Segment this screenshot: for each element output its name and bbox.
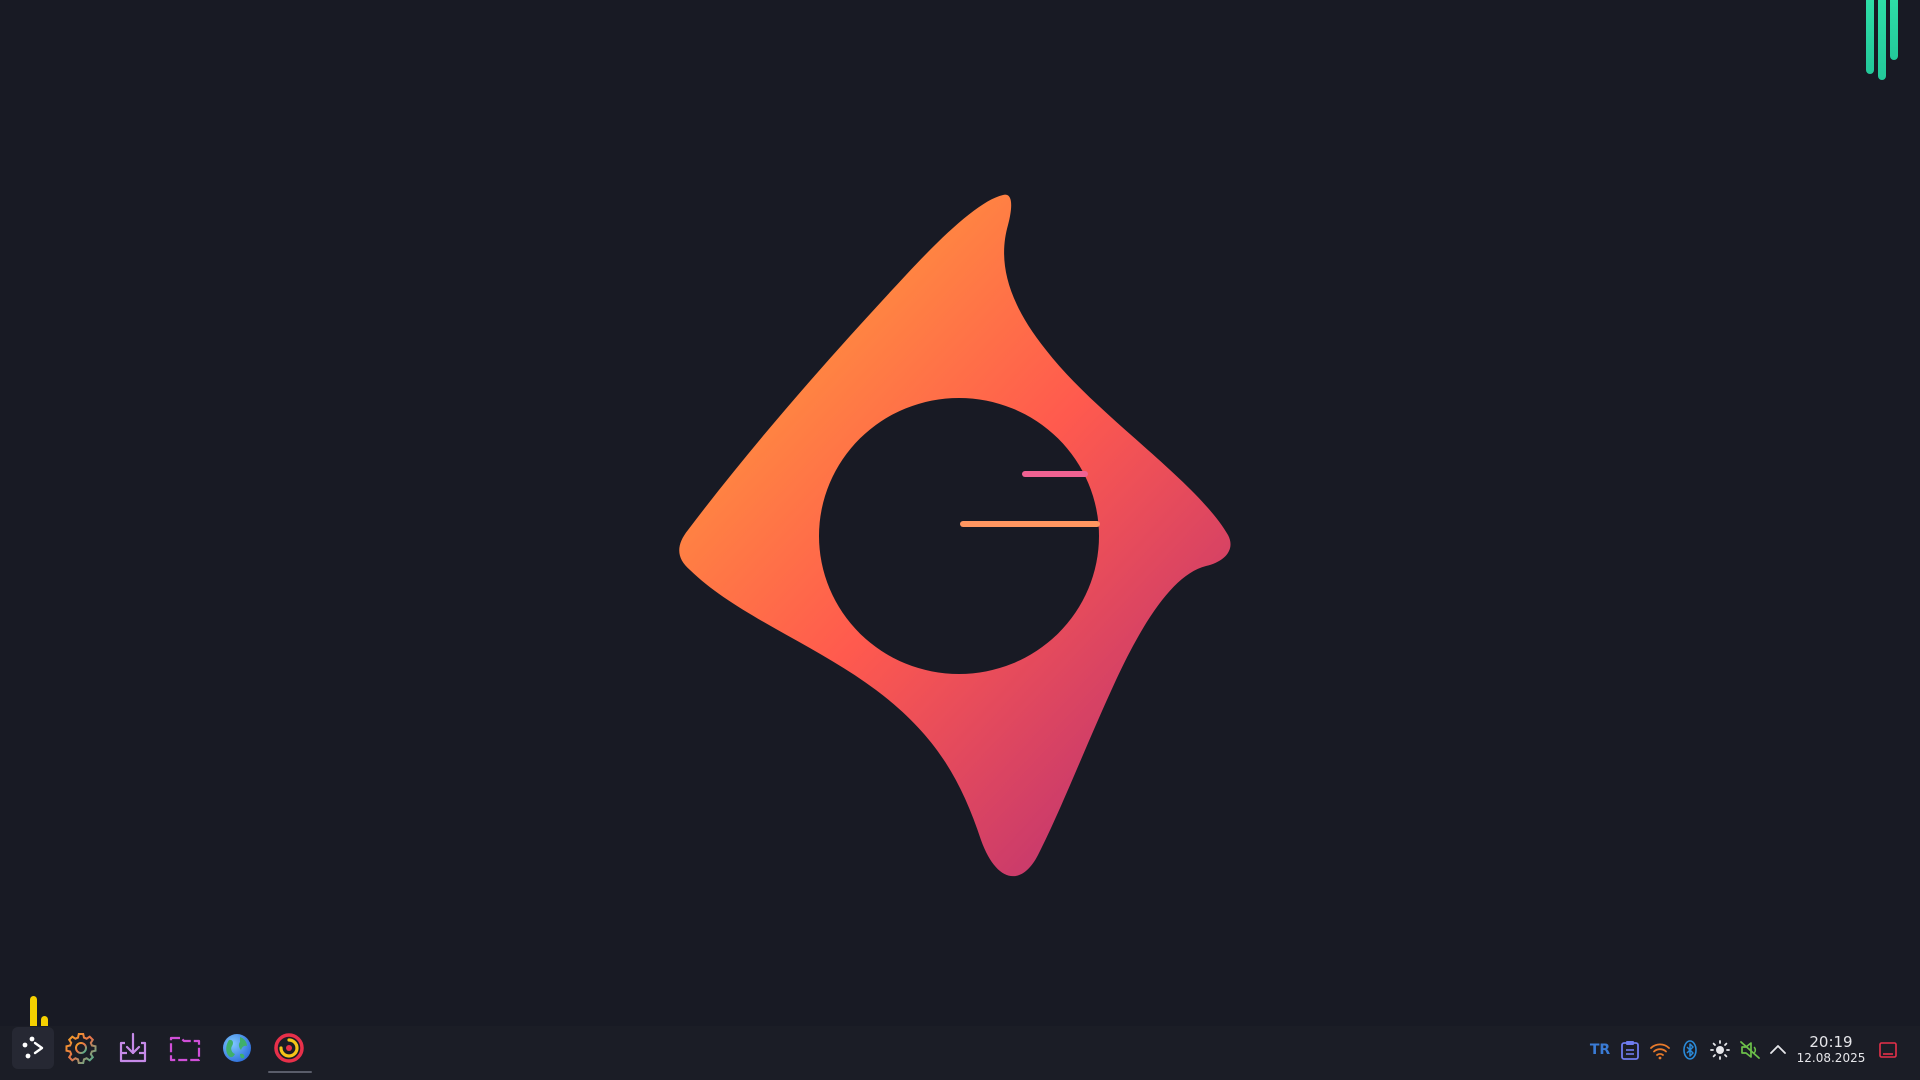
clock[interactable]: 20:19 12.08.2025 (1790, 1033, 1872, 1065)
active-app-button[interactable] (268, 1027, 310, 1069)
clipboard-tray-button[interactable] (1618, 1038, 1642, 1062)
volume-tray-button[interactable] (1738, 1038, 1762, 1062)
swirl-icon (274, 1033, 304, 1063)
software-center-button[interactable] (112, 1027, 154, 1069)
volume-muted-icon (1740, 1041, 1760, 1059)
chevron-up-icon (1770, 1045, 1786, 1054)
brightness-tray-button[interactable] (1708, 1038, 1732, 1062)
launcher-icon (22, 1036, 44, 1059)
wifi-tray-button[interactable] (1648, 1038, 1672, 1062)
file-manager-button[interactable] (164, 1027, 206, 1069)
keyboard-layout-indicator[interactable]: TR (1588, 1038, 1612, 1062)
show-desktop-button[interactable] (1876, 1038, 1900, 1062)
active-app-indicator (268, 1071, 312, 1073)
web-browser-button[interactable] (216, 1027, 258, 1069)
folder-icon (169, 1036, 201, 1062)
wallpaper-speed-lines (960, 471, 1100, 527)
audio-visualizer-widget (1866, 0, 1898, 80)
tray-expander-button[interactable] (1766, 1038, 1790, 1062)
bluetooth-tray-button[interactable] (1678, 1038, 1702, 1062)
application-launcher-button[interactable] (12, 1027, 54, 1069)
show-desktop-icon (1879, 1042, 1897, 1058)
clock-time: 20:19 (1809, 1033, 1853, 1051)
clipboard-icon (1621, 1041, 1639, 1060)
wifi-icon (1650, 1043, 1670, 1060)
download-box-icon (119, 1032, 147, 1063)
clock-date: 12.08.2025 (1796, 1051, 1866, 1065)
system-settings-button[interactable] (60, 1027, 102, 1069)
bluetooth-icon (1683, 1040, 1697, 1060)
brightness-icon (1710, 1040, 1730, 1060)
desktop: TR 20:19 12.08.2025 (0, 0, 1920, 1080)
globe-icon (223, 1034, 251, 1062)
gear-icon (65, 1033, 97, 1064)
